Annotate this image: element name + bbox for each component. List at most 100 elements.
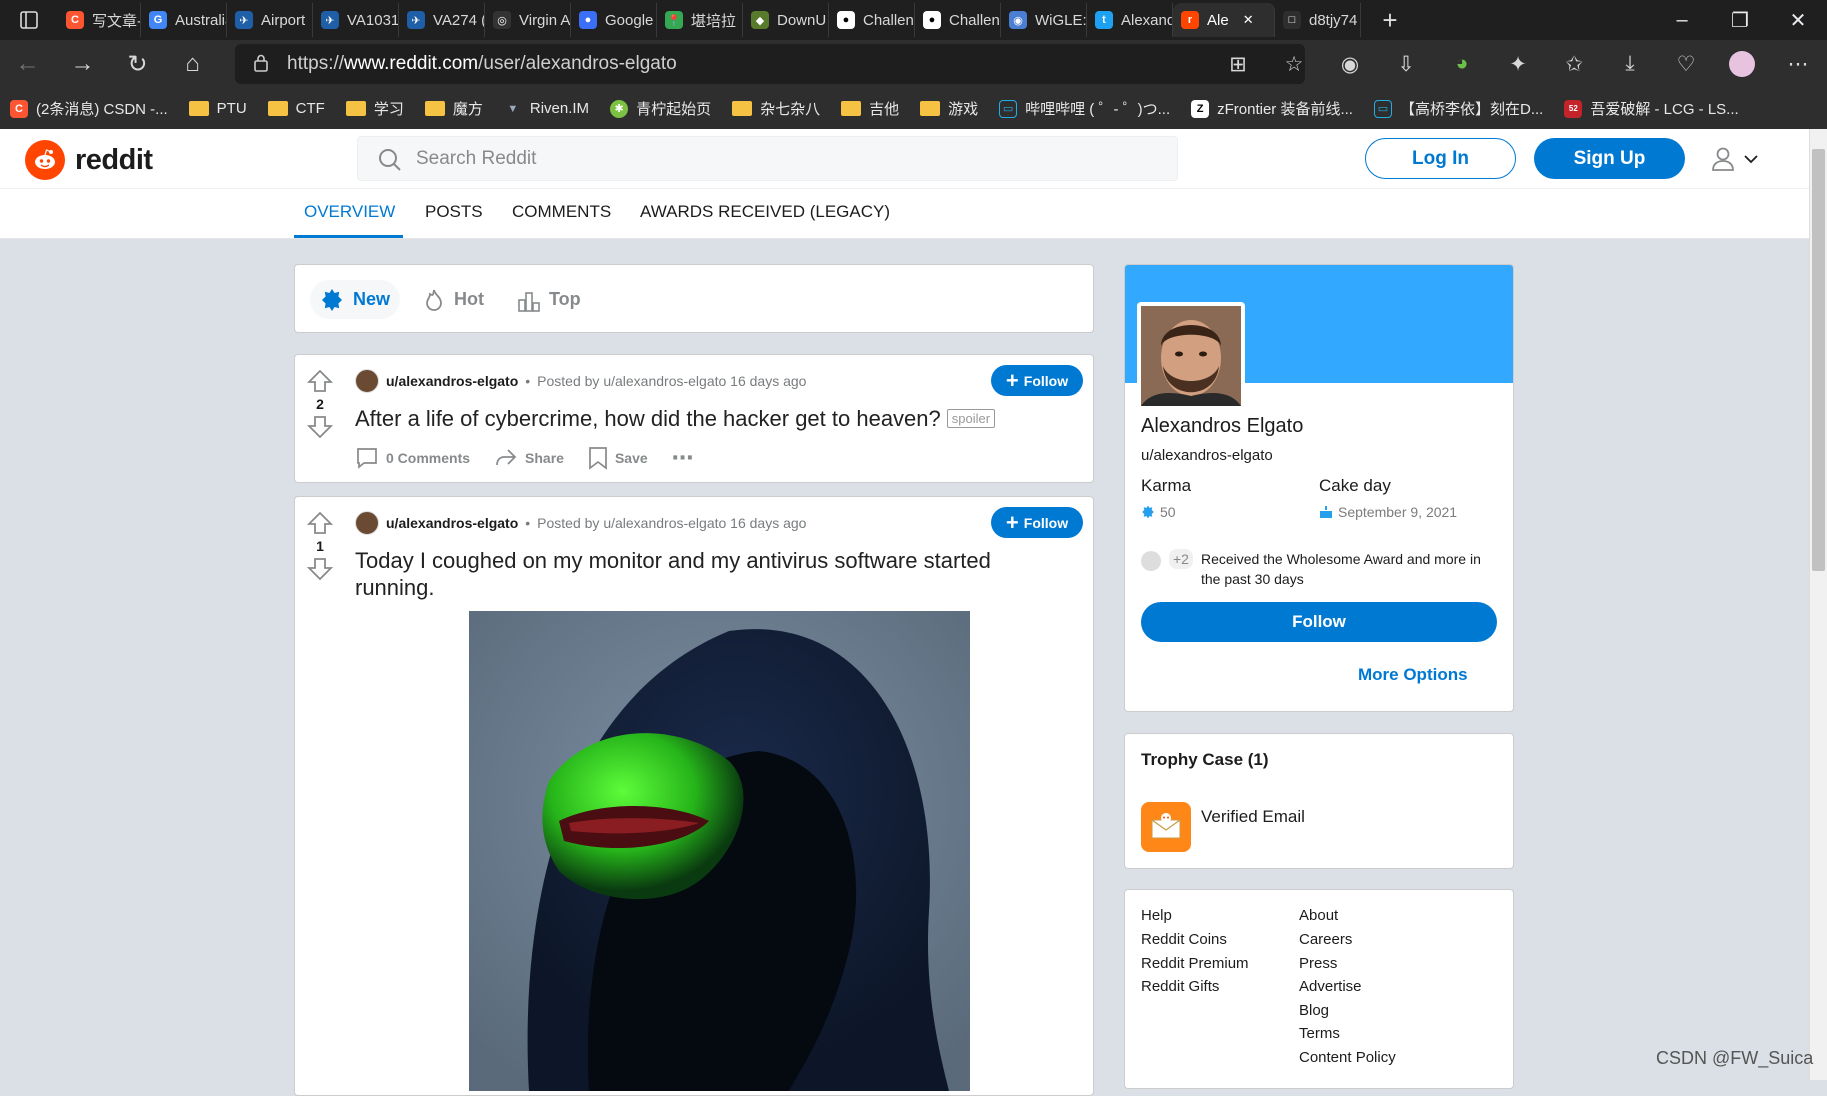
bookmark-item[interactable]: C (2条消息) CSDN -...	[10, 98, 168, 119]
forward-icon[interactable]: →	[55, 40, 110, 88]
signup-button[interactable]: Sign Up	[1534, 138, 1685, 179]
bookmark-item[interactable]: 学习	[345, 98, 404, 119]
bookmark-item[interactable]: 杂七杂八	[732, 98, 820, 119]
upvote-icon[interactable]	[307, 369, 333, 393]
footer-link[interactable]: Content Policy	[1299, 1049, 1396, 1066]
tab-actions-icon[interactable]	[0, 0, 58, 40]
browser-tab[interactable]: t Alexand	[1087, 3, 1173, 37]
footer-link[interactable]: Reddit Premium	[1141, 955, 1249, 972]
home-icon[interactable]: ⌂	[165, 40, 220, 88]
post-title[interactable]: Today I coughed on my monitor and my ant…	[355, 547, 1055, 601]
upvote-icon[interactable]	[307, 511, 333, 535]
footer-link[interactable]: Reddit Coins	[1141, 931, 1227, 948]
browser-tab[interactable]: ✈ Airport	[227, 3, 313, 37]
tab-comments[interactable]: COMMENTS	[512, 202, 611, 222]
browser-tab[interactable]: ● Challen	[829, 3, 915, 37]
extension-download-icon[interactable]: ⇩	[1378, 44, 1434, 84]
minimize-icon[interactable]: –	[1653, 0, 1711, 40]
post-posted-by: Posted by u/alexandros-elgato 16 days ag…	[537, 515, 807, 531]
more-options-icon[interactable]: ⋯	[672, 445, 695, 471]
trophy-name[interactable]: Verified Email	[1201, 807, 1305, 827]
tab-label: Australia	[175, 11, 226, 29]
more-menu-icon[interactable]: ⋯	[1770, 44, 1826, 84]
bookmark-item[interactable]: 52 吾爱破解 - LCG - LS...	[1564, 98, 1739, 119]
login-button[interactable]: Log In	[1365, 138, 1516, 179]
browser-tab[interactable]: ◎ Virgin A	[485, 3, 571, 37]
footer-link[interactable]: Reddit Gifts	[1141, 978, 1219, 995]
reddit-logo[interactable]: reddit	[25, 140, 153, 180]
restore-icon[interactable]: ❐	[1711, 0, 1769, 40]
browser-tab[interactable]: ● Google	[571, 3, 657, 37]
bookmark-item[interactable]: ✱ 青柠起始页	[610, 98, 711, 119]
footer-link[interactable]: Help	[1141, 907, 1172, 924]
apps-icon[interactable]: ⊞	[1210, 44, 1266, 84]
footer-link[interactable]: Blog	[1299, 1002, 1329, 1019]
browser-tab[interactable]: G Australia	[141, 3, 227, 37]
search-input[interactable]: Search Reddit	[357, 136, 1178, 181]
close-tab-icon[interactable]: ✕	[1243, 12, 1254, 28]
bookmark-item[interactable]: ▼ Riven.IM	[503, 99, 589, 118]
sort-top-button[interactable]: Top	[508, 280, 591, 319]
tab-posts[interactable]: POSTS	[425, 202, 483, 222]
downloads-icon[interactable]: ⤓	[1602, 44, 1658, 84]
vote-column: 2	[305, 369, 335, 439]
profile-follow-button[interactable]: Follow	[1141, 602, 1497, 642]
colorful-extension-icon[interactable]: ◕	[1434, 44, 1490, 84]
post-card[interactable]: 2 u/alexandros-elgato • Posted by u/alex…	[294, 354, 1094, 483]
browser-tab[interactable]: ✈ VA1031	[313, 3, 399, 37]
new-tab-icon[interactable]: +	[1361, 0, 1419, 40]
karma-value: 50	[1141, 504, 1176, 520]
incognito-icon[interactable]: ◉	[1322, 44, 1378, 84]
post-card[interactable]: 1 u/alexandros-elgato • Posted by u/alex…	[294, 496, 1094, 1096]
favorites-icon[interactable]: ✩	[1546, 44, 1602, 84]
bookmark-item[interactable]: 吉他	[841, 98, 899, 119]
follow-button[interactable]: + Follow	[991, 507, 1083, 538]
footer-link[interactable]: About	[1299, 907, 1338, 924]
user-dropdown[interactable]	[1710, 146, 1758, 172]
security-icon[interactable]: ♡	[1658, 44, 1714, 84]
tab-awards[interactable]: AWARDS RECEIVED (LEGACY)	[640, 202, 890, 222]
post-author[interactable]: u/alexandros-elgato	[386, 373, 518, 389]
browser-tab[interactable]: r Ale ✕	[1173, 3, 1275, 37]
footer-link[interactable]: Press	[1299, 955, 1337, 972]
refresh-icon[interactable]: ↻	[110, 40, 165, 88]
downvote-icon[interactable]	[307, 415, 333, 439]
bookmark-item[interactable]: ▭ 哔哩哔哩 ( ゜- ゜)つ...	[999, 98, 1170, 119]
more-options-button[interactable]: More Options	[1358, 665, 1468, 685]
browser-tab[interactable]: C 写文章-	[58, 3, 141, 37]
browser-tab[interactable]: 📍 堪培拉	[657, 3, 743, 37]
footer-link[interactable]: Terms	[1299, 1025, 1340, 1042]
follow-button[interactable]: + Follow	[991, 365, 1083, 396]
browser-tab[interactable]: ◉ WiGLE:	[1001, 3, 1087, 37]
sort-hot-button[interactable]: Hot	[413, 280, 494, 319]
browser-tab[interactable]: ✈ VA274 (	[399, 3, 485, 37]
comments-button[interactable]: 0 Comments	[355, 446, 470, 470]
bookmark-item[interactable]: ▭ 【高桥李依】刻在D...	[1373, 98, 1543, 119]
browser-tab[interactable]: ● Challen	[915, 3, 1001, 37]
bookmark-item[interactable]: CTF	[267, 100, 325, 117]
browser-tab[interactable]: ◆ DownU	[743, 3, 829, 37]
back-icon[interactable]: ←	[0, 40, 55, 88]
page-scrollbar[interactable]	[1809, 129, 1827, 1080]
bookmark-item[interactable]: PTU	[188, 100, 247, 117]
downvote-icon[interactable]	[307, 557, 333, 581]
bookmark-item[interactable]: 魔方	[424, 98, 483, 119]
save-button[interactable]: Save	[588, 446, 648, 470]
footer-link[interactable]: Careers	[1299, 931, 1352, 948]
share-button[interactable]: Share	[494, 446, 564, 470]
post-title[interactable]: After a life of cybercrime, how did the …	[355, 405, 1055, 432]
favorite-star-icon[interactable]: ☆	[1266, 44, 1322, 84]
footer-link[interactable]: Advertise	[1299, 978, 1362, 995]
sort-new-button[interactable]: New	[310, 280, 401, 319]
tab-overview[interactable]: OVERVIEW	[304, 202, 395, 222]
post-image[interactable]	[469, 611, 970, 1091]
extensions-icon[interactable]: ✦	[1490, 44, 1546, 84]
bookmark-item[interactable]: 游戏	[920, 98, 978, 119]
post-author[interactable]: u/alexandros-elgato	[386, 515, 518, 531]
close-window-icon[interactable]: ✕	[1769, 0, 1827, 40]
profile-avatar-icon[interactable]	[1714, 44, 1770, 84]
browser-tab[interactable]: □ d8tjy74	[1275, 3, 1361, 37]
scrollbar-thumb[interactable]	[1812, 149, 1825, 571]
url-field[interactable]: https://www.reddit.com/user/alexandros-e…	[235, 44, 1305, 84]
bookmark-item[interactable]: ZzFrontier 装备前线...	[1191, 98, 1353, 119]
